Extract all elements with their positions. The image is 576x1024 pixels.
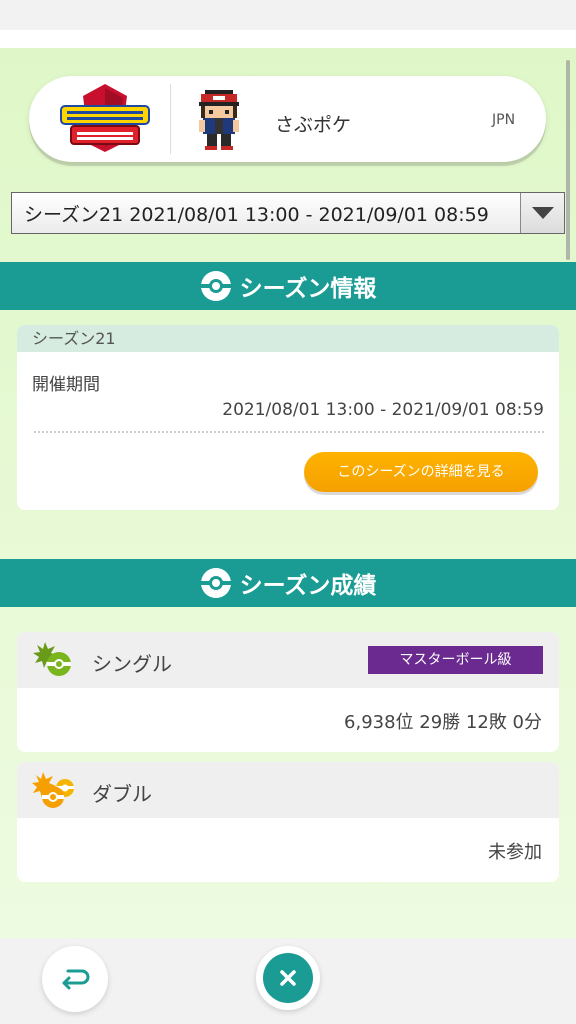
section-title: シーズン成績 (239, 573, 377, 599)
close-button[interactable] (256, 946, 320, 1010)
double-battle-icon (32, 772, 74, 808)
back-button[interactable] (42, 946, 108, 1012)
season-results-header: シーズン成績 (0, 559, 576, 607)
back-icon (62, 969, 90, 990)
period-label: 開催期間 (32, 375, 100, 395)
close-icon (280, 970, 296, 986)
scrollbar[interactable] (566, 60, 570, 260)
season-info-header: シーズン情報 (0, 262, 576, 310)
season-label: シーズン21 (17, 325, 559, 352)
double-result: 未参加 (488, 842, 542, 863)
single-battle-icon (33, 642, 71, 676)
monster-ball-icon (200, 568, 231, 598)
game-logo (60, 84, 150, 152)
double-title: ダブル (92, 782, 152, 806)
double-result-card: ダブル 未参加 (17, 762, 559, 882)
region-label: JPN (492, 112, 516, 128)
season-select-value[interactable]: シーズン21 2021/08/01 13:00 - 2021/09/01 08:… (12, 200, 520, 227)
season-detail-button[interactable]: このシーズンの詳細を見る (304, 452, 538, 492)
single-title: シングル (92, 652, 172, 676)
top-bar (0, 0, 576, 36)
trainer-name: さぶポケ (275, 114, 352, 136)
divider (34, 431, 544, 433)
period-value: 2021/08/01 13:00 - 2021/09/01 08:59 (222, 400, 544, 420)
season-info-card: シーズン21 開催期間 2021/08/01 13:00 - 2021/09/0… (17, 325, 559, 510)
bottom-bar (0, 938, 576, 1024)
chevron-down-icon (531, 207, 554, 219)
section-title: シーズン情報 (239, 276, 377, 302)
trainer-avatar (199, 90, 239, 150)
profile-card: さぶポケ JPN (29, 76, 546, 162)
monster-ball-icon (200, 271, 231, 301)
season-select[interactable]: シーズン21 2021/08/01 13:00 - 2021/09/01 08:… (11, 192, 565, 234)
rank-badge: マスターボール級 (368, 646, 543, 674)
single-result-card: シングル マスターボール級 6,938位 29勝 12敗 0分 (17, 632, 559, 752)
single-result: 6,938位 29勝 12敗 0分 (344, 712, 542, 733)
dropdown-button[interactable] (520, 193, 564, 233)
